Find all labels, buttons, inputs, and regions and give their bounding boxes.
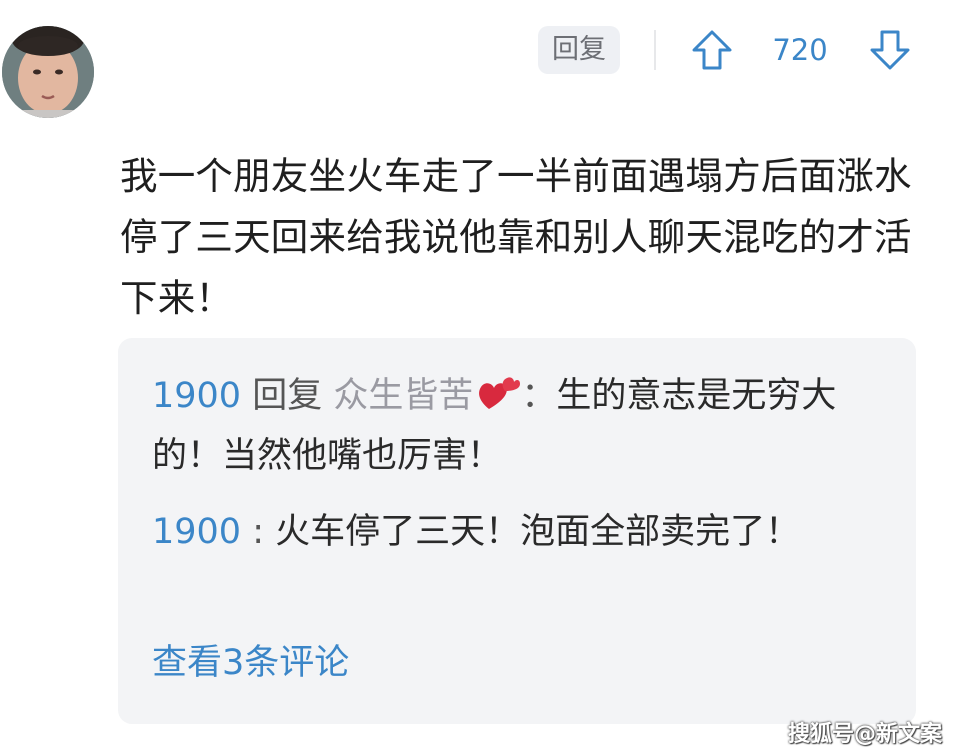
reply-username[interactable]: 1900: [152, 512, 241, 552]
watermark: 搜狐号@新文案: [787, 722, 942, 747]
arrow-down-icon: [870, 30, 910, 70]
reply-username[interactable]: 1900: [152, 376, 241, 416]
reply-preview-box: 1900 回复 众生皆苦 ：生的意志是无穷大的！当然他嘴也厉害！ 1900 : 火…: [118, 338, 916, 724]
downvote-button[interactable]: [868, 28, 912, 72]
vote-count: 720: [772, 33, 828, 67]
reply-verb: 回复: [252, 376, 323, 416]
reply-button[interactable]: 回复: [538, 26, 620, 74]
arrow-up-icon: [692, 30, 732, 70]
upvote-button[interactable]: [690, 28, 734, 72]
reply-item[interactable]: 1900 : 火车停了三天！泡面全部卖完了！: [152, 502, 882, 562]
reply-separator: :: [241, 512, 276, 552]
reply-target-username[interactable]: 众生皆苦: [333, 376, 473, 416]
view-more-comments-link[interactable]: 查看3条评论: [152, 638, 349, 688]
heart-icon: [475, 372, 521, 412]
divider: [654, 30, 656, 70]
reply-item[interactable]: 1900 回复 众生皆苦 ：生的意志是无穷大的！当然他嘴也厉害！: [152, 366, 882, 486]
avatar-photo-icon: [2, 26, 94, 118]
reply-text: 火车停了三天！泡面全部卖完了！: [275, 512, 801, 552]
avatar[interactable]: [2, 26, 94, 118]
reply-separator: ：: [521, 376, 557, 416]
comment-body: 我一个朋友坐火车走了一半前面遇塌方后面涨水停了三天回来给我说他靠和别人聊天混吃的…: [120, 154, 912, 320]
